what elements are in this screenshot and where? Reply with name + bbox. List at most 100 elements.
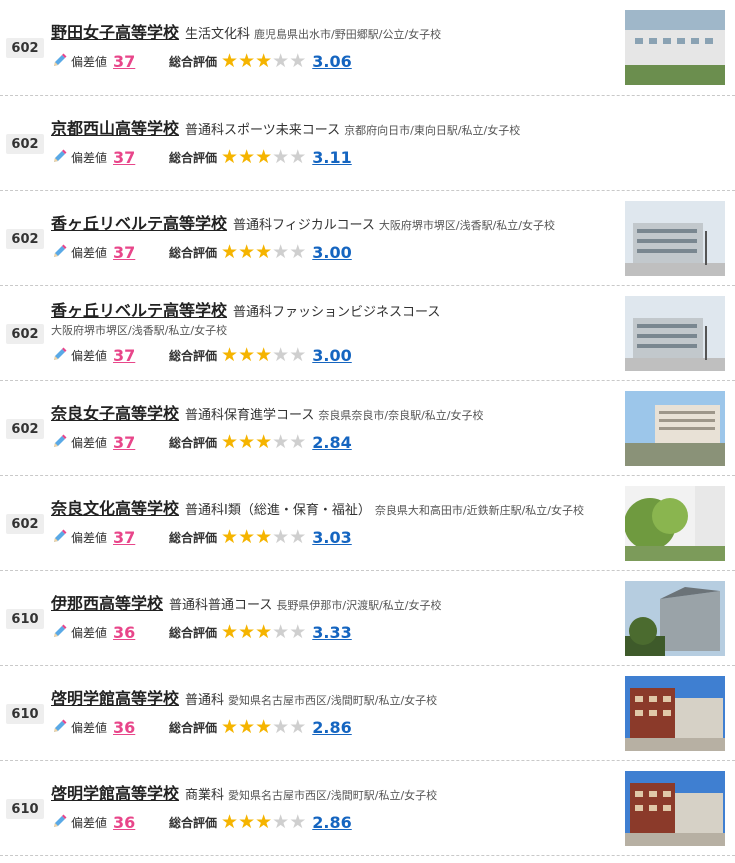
star-icon: ★: [272, 810, 290, 833]
school-photo[interactable]: [625, 296, 725, 371]
school-photo[interactable]: [625, 10, 725, 85]
school-photo[interactable]: [625, 486, 725, 561]
rating-score-link[interactable]: 3.33: [312, 623, 351, 642]
star-icon: ★: [221, 49, 239, 72]
star-rating: ★ ★ ★ ★ ★: [221, 343, 307, 366]
school-name-link[interactable]: 啓明学館高等学校: [51, 689, 179, 708]
star-icon: ★: [221, 145, 239, 168]
school-row: 610 伊那西高等学校 普通科普通コース 長野県伊那市/沢渡駅/私立/女子校偏差値 36…: [0, 571, 735, 666]
stats-line: 偏差値 37 総合評価 ★ ★ ★ ★ ★ 3.03: [51, 526, 352, 548]
title-line: 香ヶ丘リベルテ高等学校 普通科ファッションビジネスコース: [51, 300, 615, 324]
rating-score-link[interactable]: 3.03: [312, 528, 351, 547]
deviation-value-link[interactable]: 37: [113, 148, 165, 167]
star-icon: ★: [221, 240, 239, 263]
school-name-link[interactable]: 啓明学館高等学校: [51, 784, 179, 803]
star-icon: ★: [289, 430, 307, 453]
star-icon: ★: [255, 240, 273, 263]
school-name-link[interactable]: 野田女子高等学校: [51, 23, 179, 42]
rating-score-link[interactable]: 3.11: [312, 148, 351, 167]
deviation-value-link[interactable]: 37: [113, 243, 165, 262]
rating-score-link[interactable]: 3.06: [312, 52, 351, 71]
deviation-label: 偏差値: [71, 625, 108, 640]
school-name-link[interactable]: 京都西山高等学校: [51, 119, 179, 138]
school-row: 602 野田女子高等学校 生活文化科 鹿児島県出水市/野田郷駅/公立/女子校 偏差値 37…: [0, 0, 735, 96]
rating-label: 総合評価: [169, 720, 218, 735]
school-photo[interactable]: [625, 391, 725, 466]
stats-line: 偏差値 37 総合評価 ★ ★ ★ ★ ★ 3.00: [51, 241, 352, 263]
star-icon: ★: [255, 715, 273, 738]
star-icon: ★: [238, 525, 256, 548]
star-icon: ★: [238, 49, 256, 72]
deviation-value-link[interactable]: 36: [113, 813, 165, 832]
rating-score-link[interactable]: 3.00: [312, 346, 351, 365]
deviation-label: 偏差値: [71, 435, 108, 450]
rating-score-link[interactable]: 2.86: [312, 718, 351, 737]
star-icon: ★: [272, 145, 290, 168]
stats-line: 偏差値 36 総合評価 ★ ★ ★ ★ ★ 3.33: [51, 621, 352, 643]
deviation-value-link[interactable]: 37: [113, 346, 165, 365]
rating-score-link[interactable]: 3.00: [312, 243, 351, 262]
star-icon: ★: [238, 620, 256, 643]
rank-badge: 602: [6, 229, 44, 249]
rating-score-link[interactable]: 2.86: [312, 813, 351, 832]
school-name-link[interactable]: 香ヶ丘リベルテ高等学校: [51, 301, 227, 320]
rating-label: 総合評価: [169, 625, 218, 640]
pencil-icon: [51, 347, 67, 363]
school-location: 大阪府堺市堺区/浅香駅/私立/女子校: [51, 324, 228, 337]
school-name-link[interactable]: 奈良文化高等学校: [51, 499, 179, 518]
title-line: 野田女子高等学校 生活文化科 鹿児島県出水市/野田郷駅/公立/女子校: [51, 22, 615, 46]
school-photo[interactable]: [625, 581, 725, 656]
title-line: 香ヶ丘リベルテ高等学校 普通科フィジカルコース 大阪府堺市堺区/浅香駅/私立/女子校: [51, 213, 615, 237]
star-icon: ★: [272, 525, 290, 548]
course-name: 普通科普通コース: [169, 598, 273, 613]
rating-label: 総合評価: [169, 150, 218, 165]
pencil-icon: [51, 719, 67, 735]
rating-label: 総合評価: [169, 54, 218, 69]
star-icon: ★: [272, 715, 290, 738]
deviation-label: 偏差値: [71, 348, 108, 363]
rating-label: 総合評価: [169, 245, 218, 260]
deviation-value-link[interactable]: 36: [113, 718, 165, 737]
title-line: 京都西山高等学校 普通科スポーツ未来コース 京都府向日市/東向日駅/私立/女子校: [51, 118, 615, 142]
deviation-value-link[interactable]: 37: [113, 433, 165, 452]
star-icon: ★: [255, 525, 273, 548]
rating-score-link[interactable]: 2.84: [312, 433, 351, 452]
rank-badge: 602: [6, 324, 44, 344]
school-row: 602 奈良文化高等学校 普通科Ⅰ類（総進・保育・福祉） 奈良県大和高田市/近鉄新庄駅…: [0, 476, 735, 571]
school-row: 610 啓明学館高等学校 普通科 愛知県名古屋市西区/浅間町駅/私立/女子校 偏差値 36…: [0, 666, 735, 761]
school-location: 愛知県名古屋市西区/浅間町駅/私立/女子校: [228, 789, 438, 802]
school-row: 602 香ヶ丘リベルテ高等学校 普通科ファッションビジネスコース 大阪府堺市堺区/浅香…: [0, 286, 735, 381]
school-photo[interactable]: [625, 676, 725, 751]
star-rating: ★ ★ ★ ★ ★: [221, 715, 306, 738]
school-photo[interactable]: [625, 771, 725, 846]
star-icon: ★: [255, 343, 273, 366]
school-name-link[interactable]: 伊那西高等学校: [51, 594, 163, 613]
school-row: 602 香ヶ丘リベルテ高等学校 普通科フィジカルコース 大阪府堺市堺区/浅香駅/私立/…: [0, 191, 735, 286]
school-ranking-list: 602 野田女子高等学校 生活文化科 鹿児島県出水市/野田郷駅/公立/女子校偏差値 37…: [0, 0, 735, 856]
school-location: 長野県伊那市/沢渡駅/私立/女子校: [276, 599, 442, 612]
course-name: 普通科: [185, 693, 225, 708]
pencil-icon: [51, 624, 67, 640]
rank-badge: 610: [6, 609, 44, 629]
school-name-link[interactable]: 奈良女子高等学校: [51, 404, 179, 423]
deviation-value-link[interactable]: 37: [113, 528, 165, 547]
school-photo[interactable]: [625, 201, 725, 276]
rating-label: 総合評価: [169, 530, 218, 545]
deviation-value-link[interactable]: 36: [113, 623, 165, 642]
stats-line: 偏差値 37 総合評価 ★ ★ ★ ★ ★ 2.84: [51, 431, 352, 453]
star-icon: ★: [289, 525, 307, 548]
deviation-label: 偏差値: [71, 720, 108, 735]
stats-line: 偏差値 36 総合評価 ★ ★ ★ ★ ★ 2.86: [51, 811, 352, 833]
star-icon: ★: [289, 240, 307, 263]
star-icon: ★: [238, 240, 256, 263]
star-icon: ★: [289, 343, 307, 366]
star-rating: ★ ★ ★ ★ ★: [221, 240, 307, 263]
course-name: 普通科保育進学コース: [185, 408, 315, 423]
title-line: 奈良文化高等学校 普通科Ⅰ類（総進・保育・福祉） 奈良県大和高田市/近鉄新庄駅/私立…: [51, 498, 615, 522]
course-name: 生活文化科: [185, 27, 251, 42]
star-icon: ★: [221, 343, 239, 366]
star-icon: ★: [221, 620, 239, 643]
deviation-value-link[interactable]: 37: [113, 52, 165, 71]
star-rating: ★ ★ ★ ★ ★: [221, 810, 306, 833]
school-name-link[interactable]: 香ヶ丘リベルテ高等学校: [51, 214, 227, 233]
